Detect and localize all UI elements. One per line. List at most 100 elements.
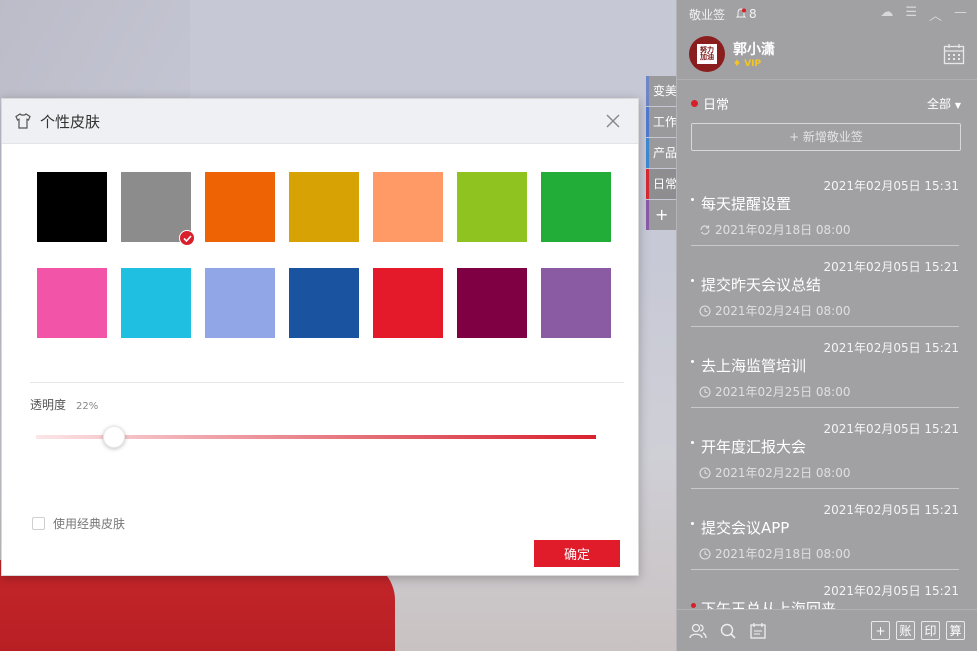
- side-tab-1[interactable]: 变美: [646, 76, 676, 106]
- opacity-slider-handle[interactable]: [103, 426, 126, 448]
- memo-reminder-time: 2021年02月22日 08:00: [715, 466, 851, 480]
- avatar-logo: 努力 加油: [697, 43, 717, 64]
- print-button[interactable]: 印: [921, 621, 940, 640]
- color-swatch[interactable]: [37, 172, 107, 242]
- classic-skin-checkbox[interactable]: [32, 517, 45, 530]
- memo-list: 2021年02月05日 15:31 每天提醒设置 2021年02月18日 08:00…: [691, 165, 959, 651]
- memo-created-time: 2021年02月05日 15:21: [823, 422, 959, 436]
- color-swatch[interactable]: [373, 268, 443, 338]
- minimize-icon[interactable]: —: [954, 5, 967, 24]
- memo-item[interactable]: 2021年02月05日 15:21 提交昨天会议总结 2021年02月24日 08:…: [691, 246, 959, 327]
- color-swatch[interactable]: [541, 268, 611, 338]
- memo-reminder-time: 2021年02月24日 08:00: [715, 304, 851, 318]
- calendar-icon[interactable]: [943, 43, 965, 65]
- memo-bullet: [691, 441, 694, 444]
- color-swatch[interactable]: [205, 172, 275, 242]
- memo-created-time: 2021年02月05日 15:21: [823, 503, 959, 517]
- window-controls: ☁ ☰ ︿ —: [880, 5, 967, 24]
- memo-reminder: 2021年02月18日 08:00: [699, 545, 850, 562]
- clock-icon: [699, 547, 711, 560]
- memo-created-time: 2021年02月05日 15:31: [823, 179, 959, 193]
- memo-bullet: [691, 279, 694, 282]
- memo-bullet: [691, 603, 696, 608]
- category-name: 日常: [703, 98, 730, 113]
- memo-title: 提交会议APP: [701, 519, 790, 537]
- add-button[interactable]: +: [871, 621, 890, 640]
- color-swatch-grid: [37, 172, 611, 338]
- panel-titlebar: 敬业签 8 ☁ ☰ ︿ —: [677, 0, 977, 28]
- close-icon[interactable]: [606, 114, 620, 128]
- memo-reminder: 2021年02月24日 08:00: [699, 302, 850, 319]
- user-info: 郭小潇 ♦ VIP: [733, 39, 775, 69]
- category-dot: [691, 100, 698, 107]
- opacity-label: 透明度: [30, 398, 67, 412]
- memo-item[interactable]: 2021年02月05日 15:21 开年度汇报大会 2021年02月22日 08:0…: [691, 408, 959, 489]
- bell-count: 8: [749, 7, 757, 21]
- user-row: 努力 加油 郭小潇 ♦ VIP: [677, 28, 977, 80]
- side-tab-3[interactable]: 产品: [646, 138, 676, 168]
- color-swatch[interactable]: [205, 268, 275, 338]
- vip-label: VIP: [744, 58, 762, 69]
- divider: [30, 382, 624, 383]
- side-tab-4[interactable]: 日常: [646, 169, 676, 199]
- avatar[interactable]: 努力 加油: [689, 35, 725, 72]
- memo-reminder: 2021年02月22日 08:00: [699, 464, 850, 481]
- color-swatch[interactable]: [289, 172, 359, 242]
- memo-item[interactable]: 2021年02月05日 15:31 每天提醒设置 2021年02月18日 08:00: [691, 165, 959, 246]
- memo-title: 每天提醒设置: [701, 195, 792, 213]
- memo-title: 提交昨天会议总结: [701, 276, 822, 294]
- memo-reminder-time: 2021年02月18日 08:00: [715, 223, 851, 237]
- color-swatch[interactable]: [373, 172, 443, 242]
- background-photo-top: [0, 0, 190, 100]
- notification-bell[interactable]: 8: [735, 7, 757, 21]
- filter-dropdown[interactable]: 全部 ▼: [927, 95, 961, 112]
- color-swatch[interactable]: [289, 268, 359, 338]
- memo-reminder: 2021年02月18日 08:00: [699, 221, 850, 238]
- cloud-icon[interactable]: ☁: [880, 5, 893, 24]
- memo-bullet: [691, 360, 694, 363]
- menu-icon[interactable]: ☰: [905, 5, 917, 24]
- bell-icon: [735, 8, 747, 18]
- side-tab-2[interactable]: 工作: [646, 107, 676, 137]
- side-tab-add[interactable]: +: [646, 200, 676, 230]
- check-icon: [179, 230, 195, 246]
- clock-icon: [699, 304, 711, 317]
- vip-badge: ♦ VIP: [733, 58, 762, 69]
- memo-bullet: [691, 522, 694, 525]
- color-swatch[interactable]: [121, 172, 195, 246]
- memo-bullet: [691, 198, 694, 201]
- account-button[interactable]: 账: [896, 621, 915, 640]
- memo-item[interactable]: 2021年02月05日 15:21 去上海监管培训 2021年02月25日 08:0…: [691, 327, 959, 408]
- color-swatch[interactable]: [457, 268, 527, 338]
- memo-created-time: 2021年02月05日 15:21: [823, 341, 959, 355]
- memo-title: 去上海监管培训: [701, 357, 807, 375]
- memo-created-time: 2021年02月05日 15:21: [823, 584, 959, 598]
- shirt-icon: [15, 113, 31, 129]
- color-swatch[interactable]: [121, 268, 191, 338]
- caret-down-icon: ▼: [954, 101, 961, 110]
- clock-icon: [699, 385, 711, 398]
- collapse-icon[interactable]: ︿: [929, 5, 942, 24]
- opacity-slider[interactable]: [36, 426, 596, 448]
- search-icon[interactable]: [719, 622, 737, 640]
- opacity-row: 透明度 22%: [30, 396, 98, 413]
- color-swatch[interactable]: [37, 268, 107, 338]
- classic-skin-label: 使用经典皮肤: [53, 517, 126, 531]
- confirm-button[interactable]: 确定: [534, 540, 620, 567]
- contacts-icon[interactable]: [689, 622, 707, 640]
- memo-reminder: 2021年02月25日 08:00: [699, 383, 850, 400]
- classic-skin-option[interactable]: 使用经典皮肤: [32, 515, 125, 532]
- color-swatch[interactable]: [541, 172, 611, 242]
- memo-created-time: 2021年02月05日 15:21: [823, 260, 959, 274]
- app-title: 敬业签: [689, 7, 726, 22]
- memo-reminder-time: 2021年02月18日 08:00: [715, 547, 851, 561]
- user-name: 郭小潇: [733, 41, 775, 58]
- notes-icon[interactable]: [749, 622, 767, 640]
- new-memo-button[interactable]: + 新增敬业签: [691, 123, 961, 151]
- filter-label: 全部: [927, 97, 952, 111]
- clock-icon: [699, 466, 711, 479]
- dialog-title: 个性皮肤: [40, 112, 101, 131]
- memo-item[interactable]: 2021年02月05日 15:21 提交会议APP 2021年02月18日 08:0…: [691, 489, 959, 570]
- color-swatch[interactable]: [457, 172, 527, 242]
- calculator-button[interactable]: 算: [946, 621, 965, 640]
